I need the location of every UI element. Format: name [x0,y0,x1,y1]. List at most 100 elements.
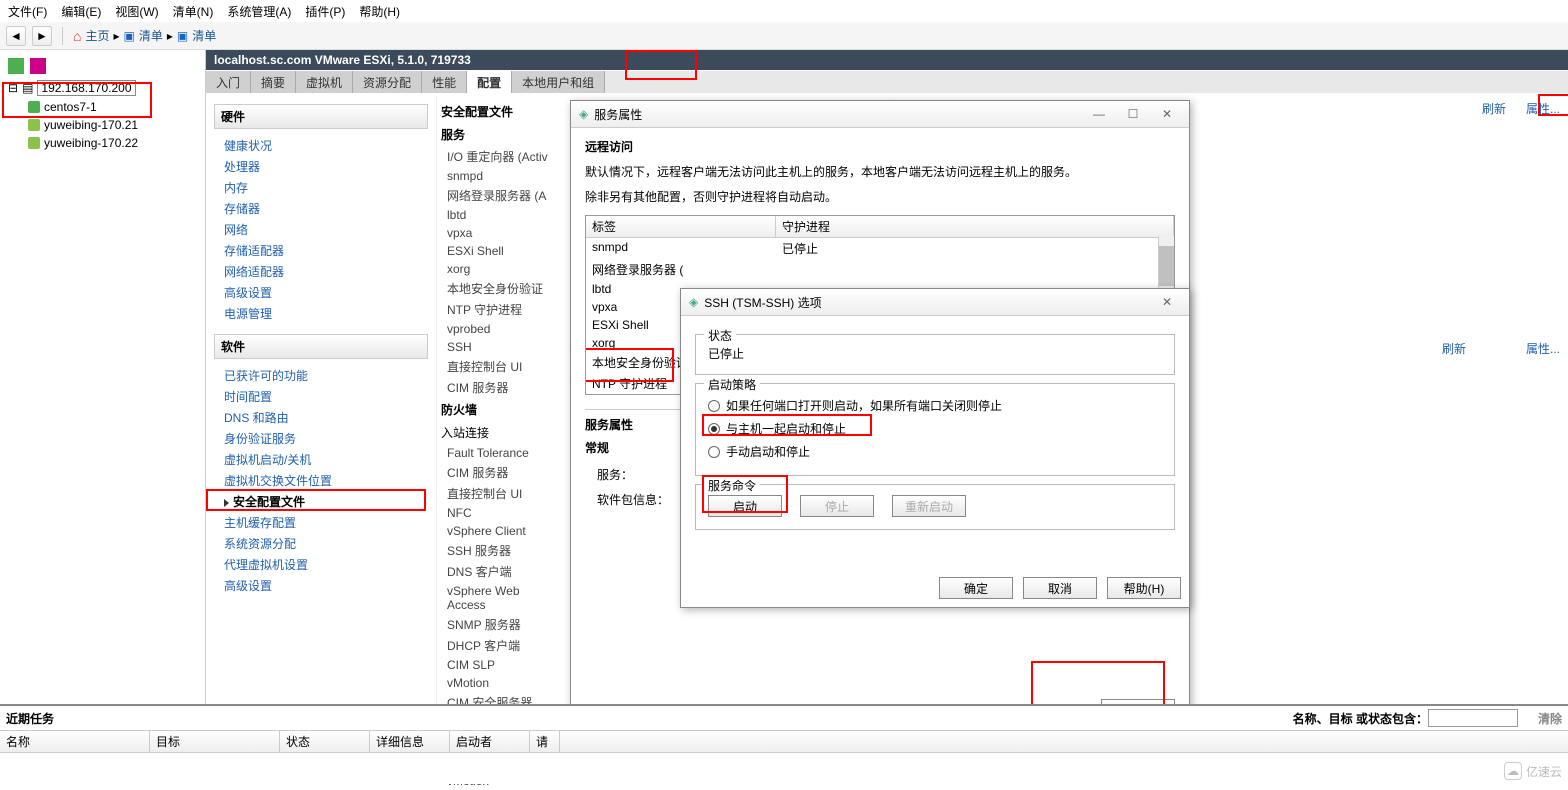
menu-help[interactable]: 帮助(H) [359,3,400,19]
svc-item[interactable]: I/O 重定向器 (Activ [441,146,562,167]
hw-cpu[interactable]: 处理器 [214,156,428,177]
tree-vm-node[interactable]: yuweibing-170.22 [4,134,201,152]
svc-item[interactable]: CIM 服务器 [441,377,562,398]
highlight-box [206,489,426,511]
svc-item[interactable]: ESXi Shell [441,242,562,260]
col-label[interactable]: 标签 [586,216,776,237]
sw-dns[interactable]: DNS 和路由 [214,407,428,428]
svc-item[interactable]: 直接控制台 UI [441,356,562,377]
tree-tool-icon[interactable] [8,58,24,74]
crumb-inv1[interactable]: 清单 [139,27,163,44]
close-icon[interactable]: ✕ [1153,105,1181,123]
fw-item[interactable]: DHCP 客户端 [441,635,562,656]
menu-edit[interactable]: 编辑(E) [61,3,101,19]
svc-item[interactable]: 本地安全身份验证 [441,278,562,299]
fw-item[interactable]: CIM SLP [441,656,562,674]
minimize-icon[interactable]: — [1085,105,1113,123]
crumb-home[interactable]: 主页 [85,27,109,44]
tree-tool-icon[interactable] [30,58,46,74]
crumb-inv2[interactable]: 清单 [192,27,216,44]
svc-item[interactable]: SSH [441,338,562,356]
tab-perf[interactable]: 性能 [422,71,467,93]
col-target[interactable]: 目标 [150,731,280,752]
svc-item[interactable]: snmpd [441,167,562,185]
menu-admin[interactable]: 系统管理(A) [227,3,291,19]
tab-vms[interactable]: 虚拟机 [296,71,353,93]
menu-inventory[interactable]: 清单(N) [173,3,214,19]
svc-item[interactable]: xorg [441,260,562,278]
sw-resources[interactable]: 系统资源分配 [214,533,428,554]
fw-item[interactable]: SSH 服务器 [441,540,562,561]
svc-item[interactable]: 网络登录服务器 (A [441,185,562,206]
hw-memory[interactable]: 内存 [214,177,428,198]
svc-item[interactable]: vpxa [441,224,562,242]
restart-button[interactable]: 重新启动 [892,495,966,517]
sw-host-cache[interactable]: 主机缓存配置 [214,512,428,533]
cancel-button[interactable]: 取消 [1023,577,1097,599]
hw-network[interactable]: 网络 [214,219,428,240]
radio-icon[interactable] [708,446,720,458]
sw-advanced[interactable]: 高级设置 [214,575,428,596]
col-req[interactable]: 请 [530,731,560,752]
col-initiator[interactable]: 启动者 [450,731,530,752]
service-row[interactable]: 网络登录服务器 ( [586,259,1174,280]
tab-config[interactable]: 配置 [467,71,512,93]
filter-input[interactable] [1428,709,1518,727]
sw-agent-vm[interactable]: 代理虚拟机设置 [214,554,428,575]
tree-vm-node[interactable]: yuweibing-170.21 [4,116,201,134]
hw-storage-adapter[interactable]: 存储适配器 [214,240,428,261]
highlight-box [702,414,872,436]
help-button[interactable]: 帮助(H) [1107,577,1181,599]
tab-getting-started[interactable]: 入门 [206,71,251,93]
policy-option-2[interactable]: 手动启动和停止 [708,440,1162,463]
nav-fwd-button[interactable]: ► [32,26,52,46]
config-mid: 安全配置文件 服务 I/O 重定向器 (Activ snmpd 网络登录服务器 … [436,96,566,704]
col-name[interactable]: 名称 [0,731,150,752]
service-row[interactable]: snmpd已停止 [586,238,1174,259]
nav-back-button[interactable]: ◄ [6,26,26,46]
tab-resources[interactable]: 资源分配 [353,71,422,93]
menu-file[interactable]: 文件(F) [8,3,47,19]
menu-view[interactable]: 视图(W) [115,3,158,19]
sw-time[interactable]: 时间配置 [214,386,428,407]
dialog-titlebar[interactable]: ◈ SSH (TSM-SSH) 选项 ✕ [681,289,1189,316]
fw-item[interactable]: CIM 服务器 [441,462,562,483]
radio-icon[interactable] [708,400,720,412]
remote-access-hdr: 远程访问 [585,138,1175,155]
sw-auth[interactable]: 身份验证服务 [214,428,428,449]
fw-item[interactable]: vSphere Web Access [441,582,562,614]
close-icon[interactable]: ✕ [1153,293,1181,311]
fw-item[interactable]: SNMP 服务器 [441,614,562,635]
sw-swap[interactable]: 虚拟机交换文件位置 [214,470,428,491]
maximize-icon[interactable]: ☐ [1119,105,1147,123]
stop-button[interactable]: 停止 [800,495,874,517]
sw-licensed[interactable]: 已获许可的功能 [214,365,428,386]
col-daemon[interactable]: 守护进程 [776,216,1174,237]
fw-item[interactable]: vMotion [441,674,562,692]
sw-vm-startup[interactable]: 虚拟机启动/关机 [214,449,428,470]
hw-power[interactable]: 电源管理 [214,303,428,324]
fw-item[interactable]: NFC [441,504,562,522]
hw-health[interactable]: 健康状况 [214,135,428,156]
svc-item[interactable]: NTP 守护进程 [441,299,562,320]
dialog-titlebar[interactable]: ◈ 服务属性 — ☐ ✕ [571,101,1189,128]
col-status[interactable]: 状态 [280,731,370,752]
fw-item[interactable]: vSphere Client [441,522,562,540]
hw-network-adapter[interactable]: 网络适配器 [214,261,428,282]
ok-button[interactable]: 确定 [939,577,1013,599]
menu-plugins[interactable]: 插件(P) [305,3,345,19]
hw-advanced[interactable]: 高级设置 [214,282,428,303]
hw-storage[interactable]: 存储器 [214,198,428,219]
fw-item[interactable]: DNS 客户端 [441,561,562,582]
tab-users[interactable]: 本地用户和组 [512,71,605,93]
clear-link[interactable]: 清除 [1538,710,1562,727]
svc-item[interactable]: vprobed [441,320,562,338]
scrollbar-thumb[interactable] [1159,246,1174,286]
recent-tasks-panel: 近期任务 名称、目标 或状态包含： 清除 名称 目标 状态 详细信息 启动者 请… [0,704,1568,784]
fw-item[interactable]: 直接控制台 UI [441,483,562,504]
highlight-box [625,50,697,80]
col-details[interactable]: 详细信息 [370,731,450,752]
svc-item[interactable]: lbtd [441,206,562,224]
fw-item[interactable]: Fault Tolerance [441,444,562,462]
tab-summary[interactable]: 摘要 [251,71,296,93]
